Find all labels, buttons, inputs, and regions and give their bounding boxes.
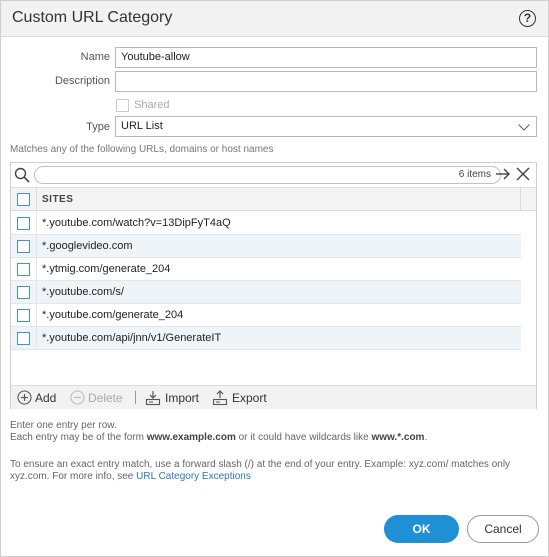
table-row[interactable]: *.youtube.com/s/ — [11, 281, 521, 304]
delete-icon — [70, 390, 85, 405]
import-button[interactable]: Import — [165, 391, 199, 405]
wildcard-note-prefix: Each entry may be of the form — [10, 432, 147, 443]
exact-match-note: To ensure an exact entry match, use a fo… — [10, 459, 510, 471]
export-icon[interactable] — [212, 390, 228, 406]
site-entry: *.youtube.com/s/ — [42, 286, 124, 298]
toolbar-divider — [135, 391, 136, 404]
header-checkbox-cell — [11, 188, 37, 210]
search-icon — [14, 167, 30, 183]
wildcard-note-suffix: . — [424, 432, 428, 443]
table-row[interactable]: *.youtube.com/api/jnn/v1/GenerateIT — [11, 327, 521, 350]
row-checkbox[interactable] — [17, 240, 30, 253]
sites-grid: 6 items SITES *.youtube.com/watch?v=13Di… — [10, 162, 537, 409]
entry-note-line1: Enter one entry per row. — [10, 420, 117, 431]
type-value: URL List — [121, 120, 163, 132]
ok-button[interactable]: OK — [384, 515, 459, 543]
arrow-right-icon[interactable] — [495, 167, 511, 181]
delete-button: Delete — [88, 391, 123, 405]
type-select[interactable]: URL List — [115, 116, 537, 137]
items-count: 6 items — [458, 169, 491, 180]
dialog-title: Custom URL Category — [12, 9, 173, 26]
description-input[interactable] — [115, 71, 537, 92]
table-row[interactable]: *.youtube.com/watch?v=13DipFyT4aQ — [11, 212, 521, 235]
name-label: Name — [80, 51, 110, 63]
site-entry: *.youtube.com/api/jnn/v1/GenerateIT — [42, 332, 222, 344]
row-checkbox[interactable] — [17, 286, 30, 299]
row-checkbox[interactable] — [17, 332, 30, 345]
url-category-exceptions-link[interactable]: URL Category Exceptions — [136, 471, 251, 482]
more-info-prefix: xyz.com. For more info, see — [10, 471, 137, 482]
sites-filter-bar: 6 items — [11, 163, 536, 187]
site-entry: *.youtube.com/generate_204 — [42, 309, 184, 321]
site-entry: *.youtube.com/watch?v=13DipFyT4aQ — [42, 217, 231, 229]
row-checkbox[interactable] — [17, 309, 30, 322]
shared-label: Shared — [134, 99, 170, 111]
example-domain: www.example.com — [146, 432, 236, 443]
name-value: Youtube-allow — [121, 51, 190, 63]
type-label: Type — [86, 121, 110, 133]
column-divider — [520, 188, 521, 210]
site-entry: *.googlevideo.com — [42, 240, 133, 252]
row-checkbox[interactable] — [17, 263, 30, 276]
site-entry: *.ytmig.com/generate_204 — [42, 263, 171, 275]
wildcard-note-middle: or it could have wildcards like — [235, 432, 372, 443]
table-row[interactable]: *.youtube.com/generate_204 — [11, 304, 521, 327]
description-label: Description — [54, 75, 110, 87]
sites-hint: Matches any of the following URLs, domai… — [10, 144, 274, 155]
chevron-down-icon — [518, 119, 530, 131]
import-icon[interactable] — [145, 390, 161, 406]
dialog-titlebar: Custom URL Category ? — [1, 1, 548, 37]
table-row[interactable]: *.googlevideo.com — [11, 235, 521, 258]
sites-column-header[interactable]: SITES — [42, 194, 73, 205]
custom-url-category-dialog: Custom URL Category ? Name Youtube-allow… — [0, 0, 549, 557]
close-icon[interactable] — [516, 167, 530, 181]
more-info-note: xyz.com. For more info, see URL Category… — [10, 471, 251, 483]
cancel-button[interactable]: Cancel — [467, 515, 539, 543]
add-icon[interactable] — [17, 390, 32, 405]
sites-table-header: SITES — [11, 187, 536, 211]
wildcard-note: Each entry may be of the form www.exampl… — [10, 432, 427, 444]
wildcard-example: www.*.com — [371, 432, 425, 443]
table-row[interactable]: *.ytmig.com/generate_204 — [11, 258, 521, 281]
export-button[interactable]: Export — [232, 391, 267, 405]
select-all-checkbox[interactable] — [17, 193, 30, 206]
shared-checkbox[interactable] — [116, 99, 129, 112]
help-icon[interactable]: ? — [519, 10, 536, 27]
sites-filter-input[interactable]: 6 items — [34, 166, 501, 184]
entry-note: Enter one entry per row. — [10, 420, 117, 432]
sites-toolbar: Add Delete Import Export — [11, 385, 536, 409]
name-input[interactable]: Youtube-allow — [115, 47, 537, 68]
add-button[interactable]: Add — [35, 391, 56, 405]
exact-match-line: To ensure an exact entry match, use a fo… — [10, 459, 511, 470]
row-checkbox[interactable] — [17, 217, 30, 230]
